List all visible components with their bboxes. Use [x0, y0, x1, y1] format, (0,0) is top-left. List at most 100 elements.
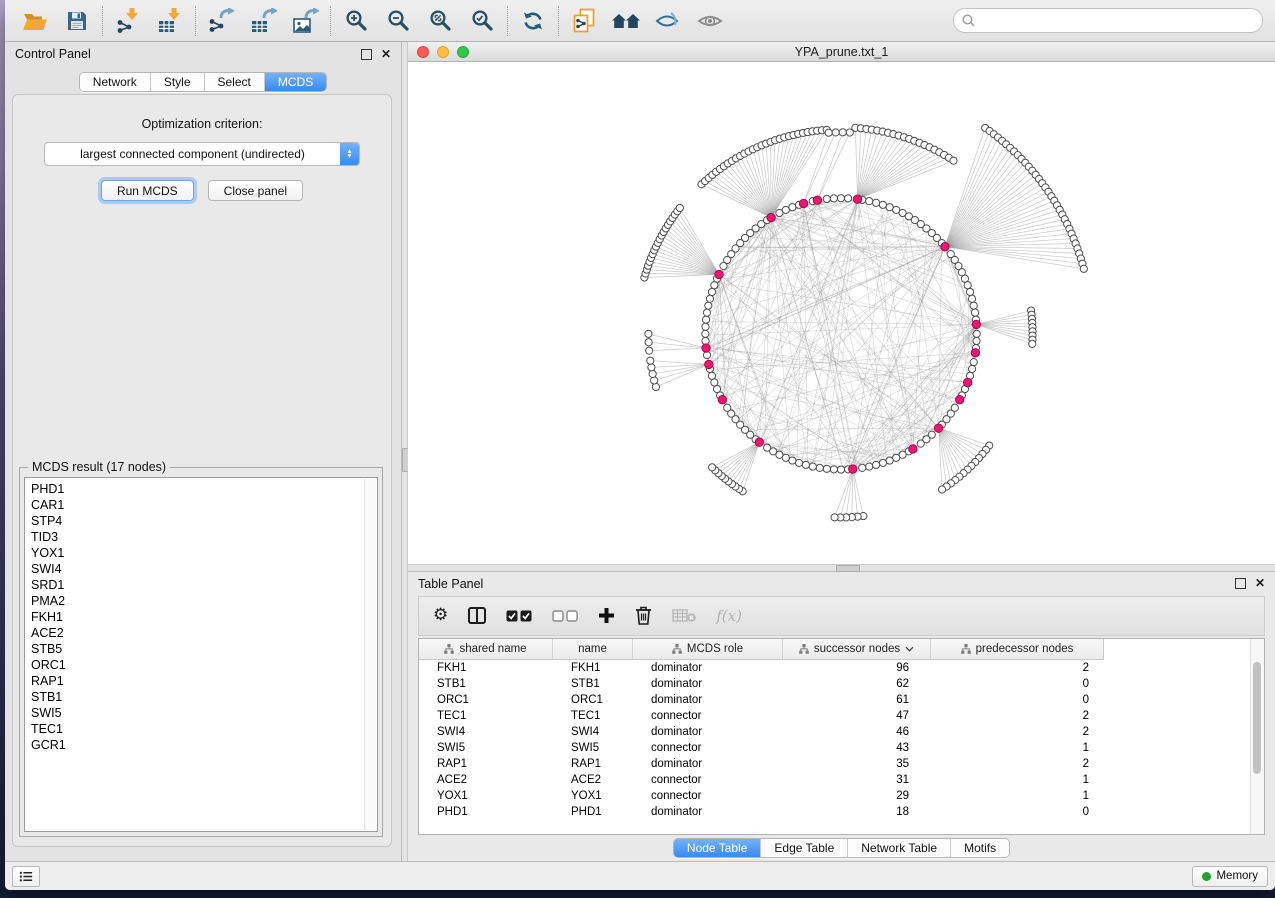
close-panel-icon[interactable]: ✕	[1255, 579, 1265, 588]
list-item[interactable]: SWI5	[31, 705, 377, 721]
mcds-result-title: MCDS result (17 nodes)	[28, 460, 170, 474]
export-network-icon[interactable]	[203, 5, 239, 37]
close-panel-icon[interactable]: ✕	[381, 50, 391, 59]
duplicate-network-icon[interactable]	[566, 5, 602, 37]
mcds-result-list[interactable]: PHD1CAR1STP4TID3YOX1SWI4SRD1PMA2FKH1ACE2…	[24, 477, 378, 832]
column-header-predecessor-nodes[interactable]: predecessor nodes	[931, 639, 1103, 659]
attribute-icon	[961, 644, 971, 654]
show-all-eye-icon[interactable]	[692, 5, 728, 37]
splitter-handle[interactable]	[836, 565, 860, 572]
column-header-name[interactable]: name	[553, 639, 633, 659]
show-panels-list-icon[interactable]	[12, 866, 40, 887]
add-column-icon[interactable]	[598, 607, 615, 624]
tab-select[interactable]: Select	[204, 73, 264, 91]
refresh-icon[interactable]	[515, 5, 551, 37]
table-row[interactable]: RAP1RAP1dominator352	[419, 756, 1250, 772]
mcds-result-group: MCDS result (17 nodes) PHD1CAR1STP4TID3Y…	[19, 467, 383, 837]
table-cell: connector	[633, 710, 783, 722]
float-panel-icon[interactable]	[1235, 578, 1246, 589]
network-graph[interactable]	[408, 62, 1275, 564]
split-columns-icon[interactable]	[468, 607, 486, 624]
table-cell: TEC1	[419, 710, 553, 722]
search-input[interactable]	[980, 13, 1254, 29]
list-item[interactable]: PHD1	[31, 481, 377, 497]
table-cell: connector	[633, 742, 783, 754]
criterion-select[interactable]: largest connected component (undirected)…	[44, 142, 360, 166]
sort-desc-icon	[905, 646, 914, 652]
attribute-icon	[444, 644, 454, 654]
scrollbar-thumb[interactable]	[1253, 662, 1261, 774]
zoom-fit-icon[interactable]	[422, 5, 458, 37]
zoom-out-icon[interactable]	[380, 5, 416, 37]
table-scrollbar[interactable]	[1250, 639, 1264, 834]
list-item[interactable]: TEC1	[31, 721, 377, 737]
home-layout-icon[interactable]	[608, 5, 644, 37]
gear-icon[interactable]: ⚙	[433, 607, 448, 624]
list-item[interactable]: STP4	[31, 513, 377, 529]
table-cell: TEC1	[553, 710, 633, 722]
run-mcds-button[interactable]: Run MCDS	[101, 180, 194, 201]
list-item[interactable]: STB5	[31, 641, 377, 657]
open-folder-icon[interactable]	[17, 5, 53, 37]
list-item[interactable]: PMA2	[31, 593, 377, 609]
tab-edge-table[interactable]: Edge Table	[760, 839, 847, 857]
deselect-all-checkbox-icon[interactable]	[552, 610, 578, 622]
table-row[interactable]: TEC1TEC1connector472	[419, 708, 1250, 724]
list-item[interactable]: TID3	[31, 529, 377, 545]
table-row[interactable]: ACE2ACE2connector311	[419, 772, 1250, 788]
import-network-icon[interactable]	[110, 5, 146, 37]
export-table-icon[interactable]	[245, 5, 281, 37]
list-item[interactable]: FKH1	[31, 609, 377, 625]
table-row[interactable]: PHD1PHD1dominator180	[419, 804, 1250, 820]
column-header-shared-name[interactable]: shared name	[419, 639, 553, 659]
attribute-icon	[799, 644, 809, 654]
table-row[interactable]: SWI5SWI5connector431	[419, 740, 1250, 756]
list-item[interactable]: ORC1	[31, 657, 377, 673]
list-item[interactable]: ACE2	[31, 625, 377, 641]
table-row[interactable]: STB1STB1dominator620	[419, 676, 1250, 692]
table-row[interactable]: SWI4SWI4dominator462	[419, 724, 1250, 740]
table-cell: 29	[783, 790, 931, 802]
float-panel-icon[interactable]	[361, 49, 372, 60]
table-cell: 2	[931, 710, 1103, 722]
tab-node-table[interactable]: Node Table	[674, 839, 761, 857]
table-cell: ACE2	[553, 774, 633, 786]
horizontal-splitter[interactable]	[408, 564, 1275, 572]
tab-mcds[interactable]: MCDS	[264, 73, 326, 91]
table-row[interactable]: YOX1YOX1connector291	[419, 788, 1250, 804]
list-scrollbar[interactable]	[364, 479, 376, 830]
zoom-in-icon[interactable]	[338, 5, 374, 37]
tab-motifs[interactable]: Motifs	[950, 839, 1009, 857]
list-item[interactable]: RAP1	[31, 673, 377, 689]
list-item[interactable]: GCR1	[31, 737, 377, 753]
tab-style[interactable]: Style	[150, 73, 204, 91]
table-cell: 2	[931, 726, 1103, 738]
list-item[interactable]: STB1	[31, 689, 377, 705]
search-box[interactable]	[953, 8, 1263, 33]
function-fx-icon[interactable]: f(x)	[716, 607, 742, 625]
tab-network-table[interactable]: Network Table	[847, 839, 950, 857]
tab-network[interactable]: Network	[80, 73, 150, 91]
select-all-checkbox-icon[interactable]	[506, 610, 532, 622]
list-item[interactable]: YOX1	[31, 545, 377, 561]
list-item[interactable]: SWI4	[31, 561, 377, 577]
control-panel: Control Panel ✕ NetworkStyleSelectMCDS O…	[5, 42, 402, 861]
import-table-icon[interactable]	[152, 5, 188, 37]
list-item[interactable]: SRD1	[31, 577, 377, 593]
delete-column-trash-icon[interactable]	[635, 606, 652, 625]
table-cell: SWI4	[553, 726, 633, 738]
memory-button[interactable]: Memory	[1192, 866, 1268, 887]
column-header-successor-nodes[interactable]: successor nodes	[783, 639, 931, 659]
list-item[interactable]: CAR1	[31, 497, 377, 513]
table-row[interactable]: ORC1ORC1dominator610	[419, 692, 1250, 708]
save-icon[interactable]	[59, 5, 95, 37]
delete-table-icon[interactable]	[672, 608, 696, 623]
export-image-icon[interactable]	[287, 5, 323, 37]
network-canvas[interactable]	[408, 62, 1275, 564]
close-panel-button[interactable]: Close panel	[208, 180, 303, 201]
column-header-mcds-role[interactable]: MCDS role	[633, 639, 783, 659]
hide-selected-eye-icon[interactable]	[650, 5, 686, 37]
zoom-selected-icon[interactable]	[464, 5, 500, 37]
table-row[interactable]: FKH1FKH1dominator962	[419, 660, 1250, 676]
node-table: shared namenameMCDS rolesuccessor nodesp…	[418, 638, 1265, 835]
